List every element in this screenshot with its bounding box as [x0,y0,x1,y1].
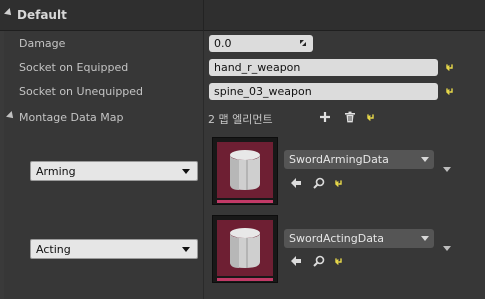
map-element-count: 2 맵 엘리먼트 [208,113,273,126]
data-asset-icon [230,228,260,268]
category-title: Default [17,8,67,22]
asset-picker-combo-acting[interactable]: SwordActingData [284,229,434,248]
chevron-down-icon [182,247,190,252]
asset-thumbnail[interactable] [212,137,278,205]
column-divider [203,0,204,31]
socket-equipped-value: hand_r_weapon [214,61,301,74]
socket-unequipped-value: spine_03_weapon [214,85,312,98]
trash-icon[interactable] [344,111,356,123]
column-splitter[interactable] [203,31,204,299]
panel-edge [0,0,4,299]
thumbnail-background [217,220,273,276]
asset-picker-combo-arming[interactable]: SwordArmingData [284,150,434,169]
chevron-down-icon[interactable] [443,246,451,251]
data-asset-icon [230,150,260,190]
magnifier-icon[interactable] [313,255,325,267]
damage-label: Damage [19,37,66,50]
chevron-down-icon [421,157,429,162]
expand-arrow-icon[interactable] [6,111,16,121]
asset-thumbnail[interactable] [212,215,278,283]
details-panel: Default Damage 0.0 Socket on Equipped ha… [0,0,485,299]
drag-arrows-icon [300,40,306,46]
map-key-combo-acting[interactable]: Acting [30,239,198,259]
map-key-value: Arming [36,165,76,178]
map-key-value: Acting [36,243,71,256]
reset-to-default-icon[interactable] [334,257,344,267]
asset-name: SwordArmingData [289,153,389,166]
collapse-arrow-icon[interactable] [4,8,14,18]
socket-unequipped-input[interactable]: spine_03_weapon [209,83,438,100]
magnifier-icon[interactable] [313,177,325,189]
plus-icon[interactable] [319,111,331,123]
damage-value: 0.0 [214,37,232,50]
map-key-combo-arming[interactable]: Arming [30,161,198,181]
reset-to-default-icon[interactable] [366,113,376,123]
socket-equipped-input[interactable]: hand_r_weapon [209,59,438,76]
socket-equipped-label: Socket on Equipped [19,61,129,74]
reset-to-default-icon[interactable] [445,87,455,97]
socket-unequipped-label: Socket on Unequipped [19,85,144,98]
thumbnail-background [217,142,273,198]
arrow-left-icon[interactable] [290,255,302,267]
category-header-default[interactable]: Default [0,0,485,31]
chevron-down-icon [421,236,429,241]
reset-to-default-icon[interactable] [445,63,455,73]
reset-to-default-icon[interactable] [334,179,344,189]
chevron-down-icon[interactable] [443,167,451,172]
asset-type-color-bar [217,278,273,281]
asset-type-color-bar [217,200,273,203]
chevron-down-icon [182,169,190,174]
asset-name: SwordActingData [289,232,384,245]
damage-input[interactable]: 0.0 [209,35,313,52]
montage-map-label: Montage Data Map [19,111,124,124]
arrow-left-icon[interactable] [290,177,302,189]
